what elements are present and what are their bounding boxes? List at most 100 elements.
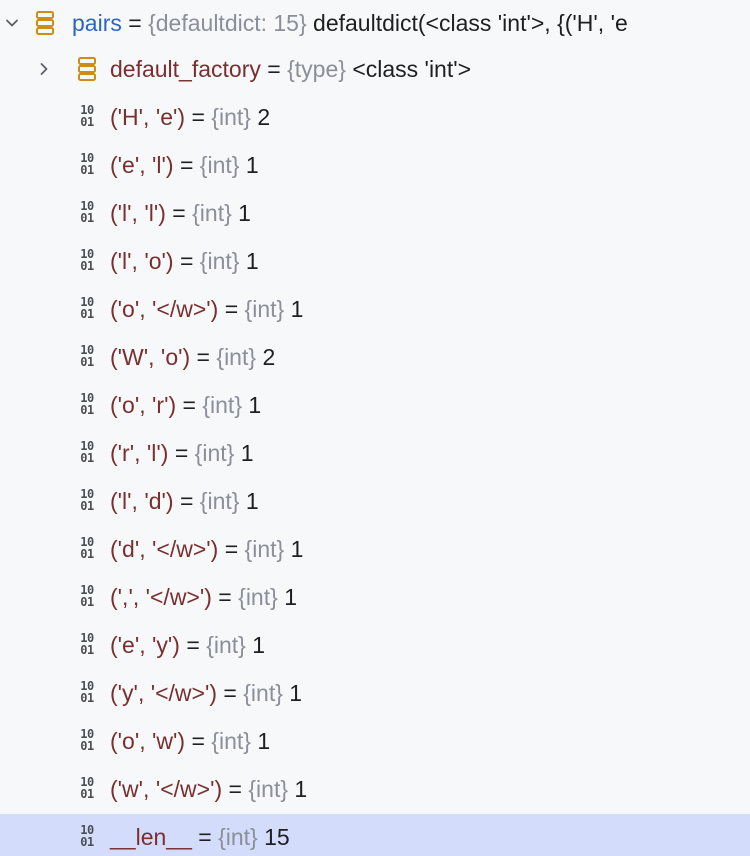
row-text: ('e', 'l') = {int} 1 [110,142,259,188]
equals-sign: = [211,584,239,610]
entry-key: ('W', 'o') [110,344,191,370]
entry-type: {int} [194,440,235,466]
entry-key: ('o', 'w') [110,728,186,754]
tree-row-entry[interactable]: 10 01 ('l', 'o') = {int} 1 [0,238,750,284]
row-text: ('r', 'l') = {int} 1 [110,430,254,476]
binary-value-icon: 10 01 [80,487,94,513]
object-layers-icon [74,46,100,92]
equals-sign: = [218,536,245,562]
tree-row-entry[interactable]: 10 01 ('d', '</w>') = {int} 1 [0,526,750,572]
row-text: ('l', 'd') = {int} 1 [110,478,259,524]
entry-key: ('l', 'o') [110,248,174,274]
entry-key: (',', '</w>') [110,584,212,610]
tree-row-entry[interactable]: 10 01 ('l', 'd') = {int} 1 [0,478,750,524]
tree-row-entry[interactable]: 10 01 ('o', '</w>') = {int} 1 [0,286,750,332]
entry-type: {int} [244,536,285,562]
tree-row-entry[interactable]: 10 01 ('y', '</w>') = {int} 1 [0,670,750,716]
entry-type: {int} [211,104,251,130]
field-type: {type} [287,56,346,82]
tree-row-entry[interactable]: 10 01 ('o', 'w') = {int} 1 [0,718,750,764]
binary-value-icon: 10 01 [80,631,94,657]
tree-row-len[interactable]: 10 01 __len__ = {int} 15 [0,814,750,856]
row-text: __len__ = {int} 15 [110,814,290,856]
binary-value-icon: 10 01 [80,775,94,801]
equals-sign: = [185,104,212,130]
entry-type: {int} [216,344,257,370]
equals-sign: = [168,440,195,466]
tree-row-entry[interactable]: 10 01 ('W', 'o') = {int} 2 [0,334,750,380]
equals-sign: = [121,10,149,36]
binary-value-icon: 10 01 [80,103,94,129]
entry-value: 1 [284,584,297,610]
row-text: ('e', 'y') = {int} 1 [110,622,265,668]
entry-key: ('l', 'd') [110,488,174,514]
entry-type: {int} [199,488,240,514]
chevron-down-icon[interactable] [0,0,24,46]
entry-value: 1 [248,392,262,418]
tree-row-entry[interactable]: 10 01 ('w', '</w>') = {int} 1 [0,766,750,812]
binary-value-icon: 10 01 [80,391,94,417]
variable-name: pairs [72,10,122,36]
entry-type: {int} [244,296,285,322]
entry-value: 1 [238,200,251,226]
equals-sign: = [217,680,244,706]
equals-sign: = [173,248,200,274]
row-text: ('o', 'w') = {int} 1 [110,718,270,764]
binary-value-icon: 10 01 [80,535,94,561]
row-text: ('l', 'l') = {int} 1 [110,190,251,236]
variable-type: {defaultdict: 15} [148,10,307,36]
entry-type: {int} [211,728,251,754]
equals-sign: = [218,296,245,322]
entry-value: 2 [257,104,271,130]
tree-row-entry[interactable]: 10 01 ('H', 'e') = {int} 2 [0,94,750,140]
equals-sign: = [173,488,200,514]
entry-key: ('e', 'l') [110,152,174,178]
equals-sign: = [260,56,288,82]
binary-value-icon: 10 01 [80,439,94,465]
entry-key: ('o', 'r') [110,392,177,418]
entry-key: ('l', 'l') [110,200,166,226]
entry-type: {int} [202,392,242,418]
entry-key: ('d', '</w>') [110,536,219,562]
tree-row-entry[interactable]: 10 01 ('r', 'l') = {int} 1 [0,430,750,476]
row-text: ('l', 'o') = {int} 1 [110,238,259,284]
tree-row-default-factory[interactable]: default_factory = {type} <class 'int'> [0,46,750,92]
entry-value: 1 [290,536,304,562]
entry-value: 1 [289,680,303,706]
tree-row-entry[interactable]: 10 01 ('o', 'r') = {int} 1 [0,382,750,428]
equals-sign: = [165,200,193,226]
binary-value-icon: 10 01 [80,151,94,177]
tree-row-entry[interactable]: 10 01 ('e', 'y') = {int} 1 [0,622,750,668]
equals-sign: = [222,776,249,802]
row-text: ('H', 'e') = {int} 2 [110,94,270,140]
len-type: {int} [218,824,258,850]
entry-key: ('y', '</w>') [110,680,218,706]
entry-value: 2 [262,344,276,370]
len-name: __len__ [110,824,192,850]
entry-type: {int} [199,248,240,274]
entry-key: ('o', '</w>') [110,296,219,322]
chevron-right-icon[interactable] [32,46,56,92]
equals-sign: = [179,632,207,658]
equals-sign: = [185,728,212,754]
row-text: pairs = {defaultdict: 15} defaultdict(<c… [72,0,628,46]
tree-row-entry[interactable]: 10 01 ('l', 'l') = {int} 1 [0,190,750,236]
row-text: ('y', '</w>') = {int} 1 [110,670,302,716]
entry-key: ('w', '</w>') [110,776,223,802]
equals-sign: = [191,824,219,850]
entry-value: 1 [290,296,304,322]
row-text: ('o', '</w>') = {int} 1 [110,286,303,332]
equals-sign: = [176,392,203,418]
binary-value-icon: 10 01 [80,199,94,225]
tree-row-entry[interactable]: 10 01 ('e', 'l') = {int} 1 [0,142,750,188]
entry-value: 1 [245,488,259,514]
entry-key: ('H', 'e') [110,104,186,130]
tree-row-entry[interactable]: 10 01 (',', '</w>') = {int} 1 [0,574,750,620]
row-text: ('W', 'o') = {int} 2 [110,334,275,380]
binary-value-icon: 10 01 [80,343,94,369]
tree-row-pairs[interactable]: pairs = {defaultdict: 15} defaultdict(<c… [0,0,750,46]
entry-value: 1 [245,248,259,274]
field-name: default_factory [110,56,261,82]
entry-type: {int} [206,632,246,658]
entry-value: 1 [257,728,271,754]
